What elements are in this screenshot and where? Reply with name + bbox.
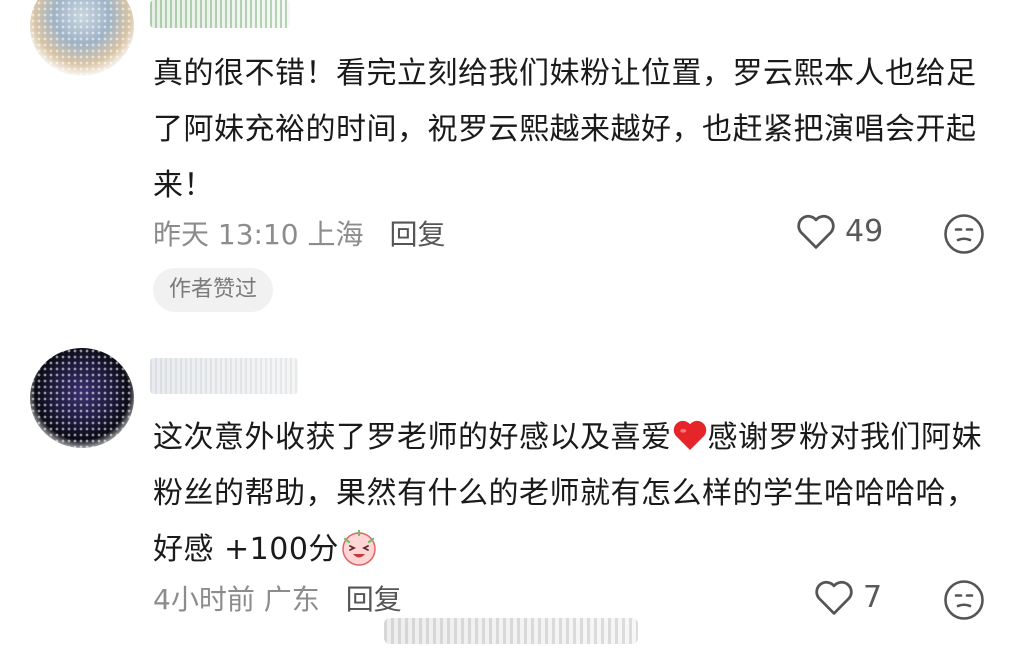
avatar[interactable] — [30, 0, 134, 76]
comment-time-location: 4小时前 广东 — [153, 583, 320, 616]
avatar[interactable] — [30, 348, 134, 448]
username-blurred[interactable] — [150, 0, 290, 28]
like-count: 7 — [863, 579, 883, 615]
neutral-face-icon[interactable] — [943, 213, 985, 255]
heart-outline-icon — [815, 580, 853, 615]
laughing-face-sticker — [342, 529, 376, 566]
comment-meta: 昨天 13:10 上海 回复 — [153, 213, 446, 253]
comment-text-part: 这次意外收获了罗老师的好感以及喜爱 — [153, 420, 672, 455]
neutral-face-icon[interactable] — [943, 579, 985, 621]
comment-time-location: 昨天 13:10 上海 — [153, 218, 364, 251]
username-blurred[interactable] — [150, 358, 298, 394]
comment-text: 这次意外收获了罗老师的好感以及喜爱 感谢罗粉对我们阿妹粉丝的帮助，果然有什么的老… — [153, 410, 988, 578]
reply-button[interactable]: 回复 — [346, 578, 402, 618]
author-liked-badge: 作者赞过 — [153, 268, 274, 312]
heart-outline-icon — [797, 214, 835, 249]
reply-button[interactable]: 回复 — [390, 213, 446, 253]
red-heart-emoji — [673, 420, 706, 450]
watermark-blurred — [384, 618, 638, 644]
comment-meta: 4小时前 广东 回复 — [153, 578, 402, 618]
comment-text: 真的很不错！看完立刻给我们妹粉让位置，罗云熙本人也给足了阿妹充裕的时间，祝罗云熙… — [153, 56, 977, 203]
like-count: 49 — [845, 213, 884, 249]
like-button[interactable]: 49 — [795, 212, 883, 250]
like-button[interactable]: 7 — [813, 578, 882, 616]
